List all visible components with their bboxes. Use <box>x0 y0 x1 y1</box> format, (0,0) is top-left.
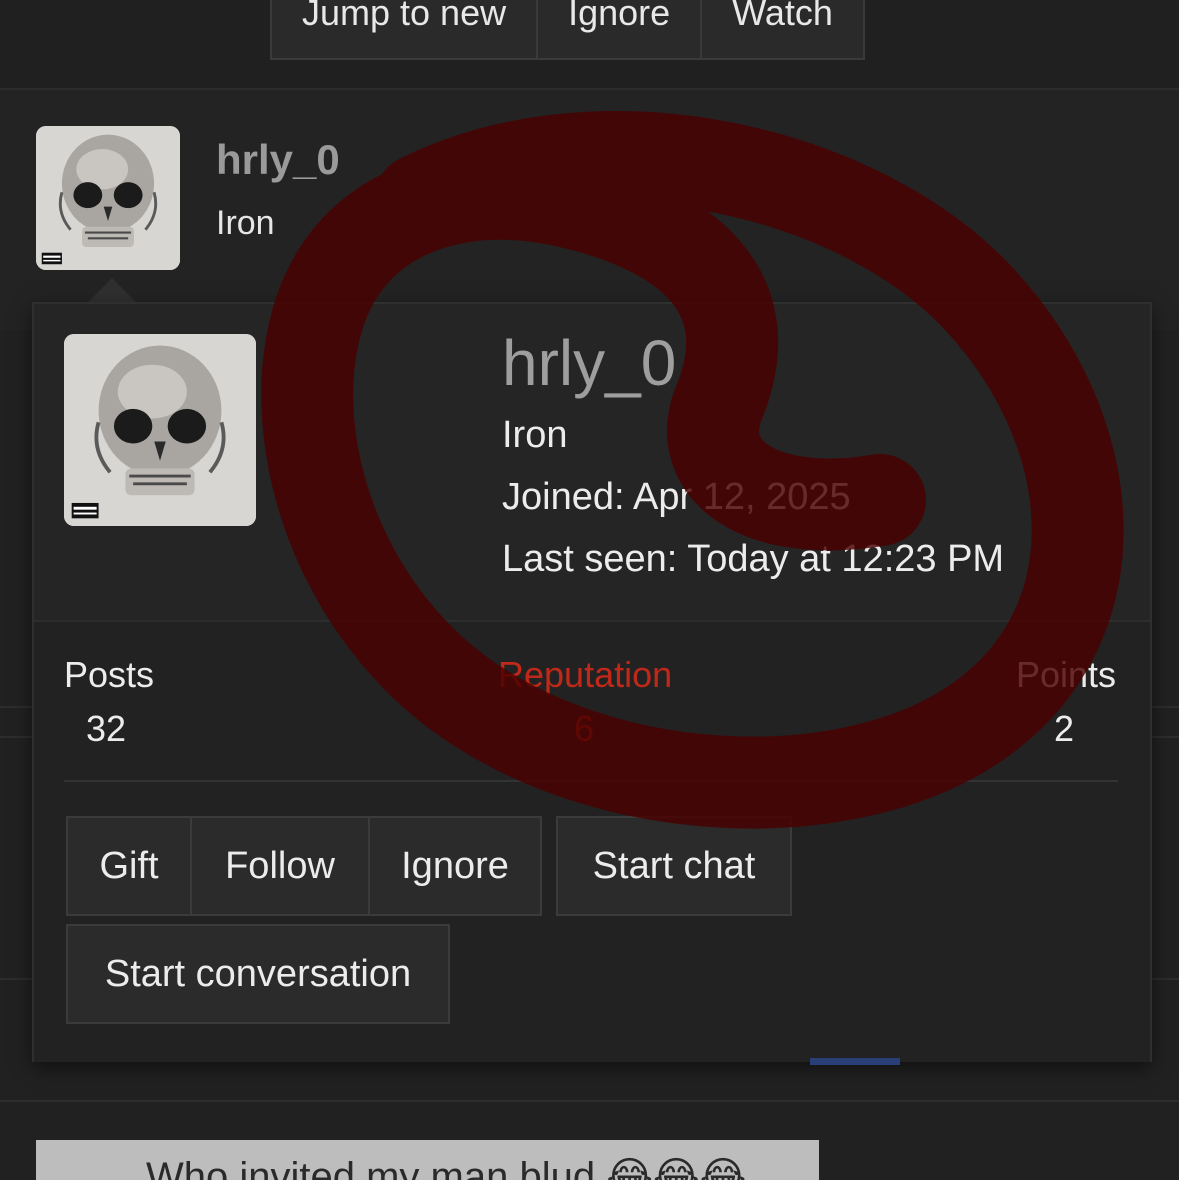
member-card-last-seen: Last seen: Today at 12:23 PM <box>502 538 1005 580</box>
start-conversation-button[interactable]: Start conversation <box>66 924 450 1024</box>
separator <box>0 1100 1179 1102</box>
member-card-joined: Joined: Apr 12, 2025 <box>502 476 851 518</box>
member-card-stats: Posts 32 Reputation 6 Points 2 Gift Foll… <box>34 620 1150 1062</box>
follow-button[interactable]: Follow <box>190 816 370 916</box>
progress-accent <box>810 1058 900 1065</box>
member-tooltip-card: hrly_0 Iron Joined: Apr 12, 2025 Last se… <box>32 302 1152 1062</box>
post-author-title: Iron <box>216 204 275 242</box>
reputation-label: Reputation <box>498 654 673 695</box>
post-author-username[interactable]: hrly_0 <box>216 136 340 184</box>
points-label[interactable]: Points <box>1016 654 1116 696</box>
skull-avatar-icon <box>64 334 256 526</box>
skull-avatar-icon <box>36 126 180 270</box>
ignore-member-button[interactable]: Ignore <box>368 816 542 916</box>
avatar[interactable] <box>36 126 180 270</box>
posts-value[interactable]: 32 <box>86 708 126 750</box>
thread-toolbar: Jump to new Ignore Watch <box>0 0 1179 90</box>
posts-label[interactable]: Posts <box>64 654 154 696</box>
points-value[interactable]: 2 <box>1054 708 1074 750</box>
post-image-thumbnail[interactable]: Who invited my man blud 😂😂😂 <box>36 1140 819 1180</box>
stats-divider <box>64 780 1118 782</box>
member-card-avatar[interactable] <box>64 334 256 526</box>
member-card-header: hrly_0 Iron Joined: Apr 12, 2025 Last se… <box>34 304 1150 620</box>
thumbnail-caption: Who invited my man blud 😂😂😂 <box>146 1155 747 1180</box>
reputation-value: 6 <box>574 708 595 749</box>
jump-to-new-button[interactable]: Jump to new <box>272 0 539 58</box>
start-chat-button[interactable]: Start chat <box>556 816 792 916</box>
gift-button[interactable]: Gift <box>66 816 192 916</box>
thread-button-group: Jump to new Ignore Watch <box>270 0 865 60</box>
watch-button[interactable]: Watch <box>702 0 863 58</box>
member-card-title: Iron <box>502 414 568 456</box>
ignore-thread-button[interactable]: Ignore <box>538 0 703 58</box>
member-card-username[interactable]: hrly_0 <box>502 326 676 400</box>
tooltip-arrow <box>88 278 136 302</box>
